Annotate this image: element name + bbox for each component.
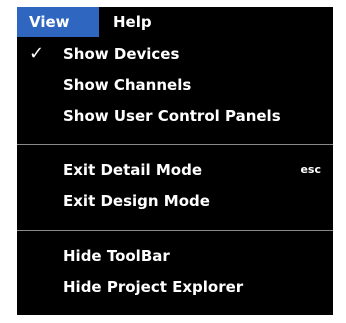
menu-item-hide-toolbar[interactable]: Hide ToolBar xyxy=(17,241,333,271)
menu-item-label: Exit Detail Mode xyxy=(63,161,203,179)
menu-item-label: Show Channels xyxy=(63,76,192,94)
menu-item-label: Show User Control Panels xyxy=(63,107,281,125)
menu-item-show-user-control-panels[interactable]: Show User Control Panels xyxy=(17,101,333,131)
checkmark-icon: ✓ xyxy=(29,43,45,64)
menu-separator xyxy=(17,230,333,231)
menu-item-label: Hide ToolBar xyxy=(63,247,170,265)
app-window: View Help ✓ Show Devices Show Channels S… xyxy=(17,7,333,315)
menu-item-label: Show Devices xyxy=(63,45,180,63)
menu-separator xyxy=(17,144,333,145)
menu-item-hide-project-explorer[interactable]: Hide Project Explorer xyxy=(17,272,333,302)
menubar-help[interactable]: Help xyxy=(113,7,173,37)
menu-item-exit-detail-mode[interactable]: Exit Detail Mode esc xyxy=(17,155,333,185)
menubar-view[interactable]: View xyxy=(17,7,99,37)
view-menu-dropdown: ✓ Show Devices Show Channels Show User C… xyxy=(17,37,333,315)
menu-item-exit-design-mode[interactable]: Exit Design Mode xyxy=(17,186,333,216)
menu-bar: View Help xyxy=(17,7,333,37)
menu-item-label: Hide Project Explorer xyxy=(63,278,244,296)
menu-item-show-channels[interactable]: Show Channels xyxy=(17,70,333,100)
menu-item-show-devices[interactable]: ✓ Show Devices xyxy=(17,39,333,69)
menu-item-label: Exit Design Mode xyxy=(63,192,210,210)
shortcut-hint: esc xyxy=(300,163,321,176)
